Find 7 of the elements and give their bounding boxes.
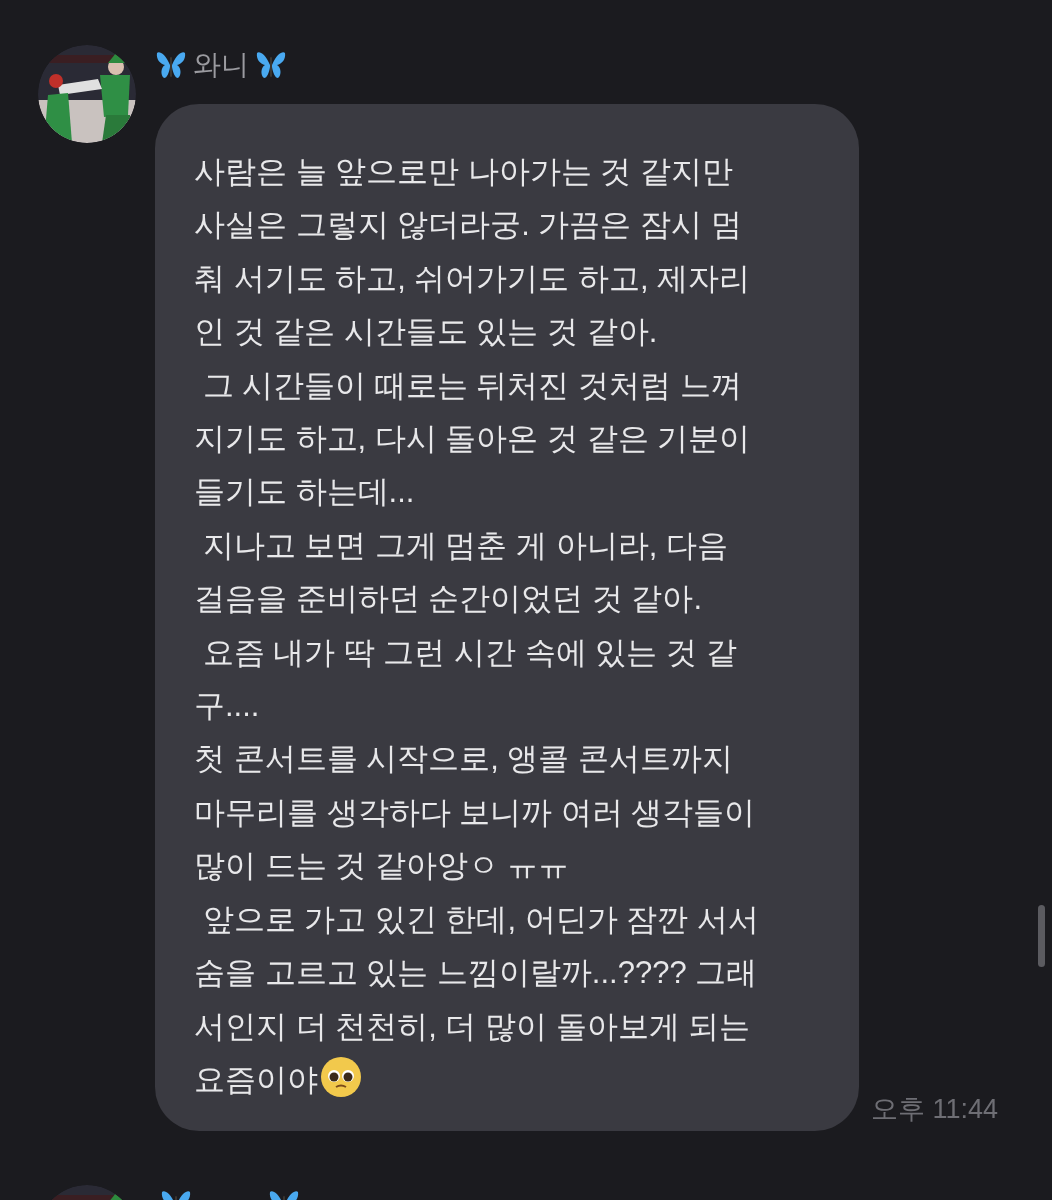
butterfly-icon bbox=[155, 49, 187, 81]
message-text: 사람은 늘 앞으로만 나아가는 것 같지만 사실은 그렇지 않더라궁. 가끔은 잠시 멈 춰 서기도 하고, 쉬어가기도 하고, 제자리 인 것 같은 시간들도 있는 것 같아. 그 시간들이 때로는 뒤처진 것처럼 느껴 지기도 하고, 다시 돌아온 것 같은 기분이 들기도 하는데... 지나고 보면 그게 멈춘 게 아니라, 다음 걸음을 준비하던 순간이었던 것 같아. 요즘 내가 딱 그런 시간 속에 있는 것 같 구.... 첫 콘서트를 시작으로, 앵콜 콘서트까지 마무리를 생각하다 보니까 여러 생각들이 많이 드는 것 같아앙ㅇ ㅠㅠ 앞으로 가고 있긴 한데, 어딘가 잠깐 서서 숨을 고르고 있는 느낌이랄까...???? 그래 서인지 더 천천히, 더 많이 돌아보게 되는 요즘이야 bbox=[194, 153, 760, 1100]
sender-name: 와니 bbox=[193, 51, 249, 79]
scrollbar[interactable] bbox=[1038, 905, 1045, 967]
butterfly-icon bbox=[255, 49, 287, 81]
pleading-emoji-icon bbox=[320, 1055, 362, 1098]
message-time: 오후 11:44 bbox=[871, 1092, 999, 1126]
